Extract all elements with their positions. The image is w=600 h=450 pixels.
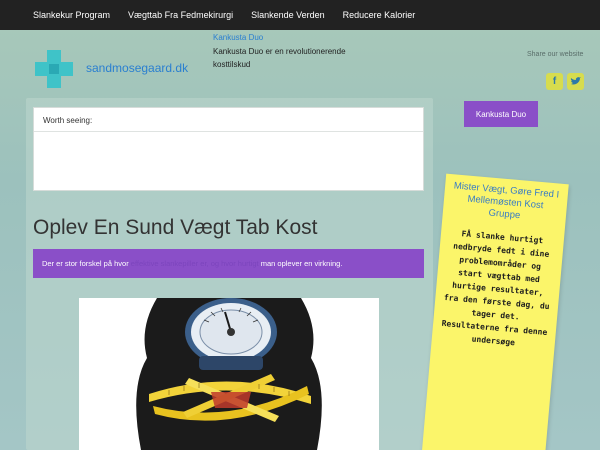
intro-text-mid: er, og hvor hurtigt [198, 259, 259, 268]
nav-item-slankekur-program[interactable]: Slankekur Program [33, 10, 110, 20]
facebook-icon[interactable]: f [546, 73, 563, 90]
top-navigation: Slankekur Program Vægttab Fra Fedmekirur… [0, 0, 600, 30]
worth-seeing-heading: Worth seeing: [34, 108, 423, 132]
worth-seeing-link[interactable]: Kankusta Duo [213, 33, 263, 42]
weight-scale-image [79, 298, 379, 450]
nav-item-vaegttab-fra-fedmekirurgi[interactable]: Vægttab Fra Fedmekirurgi [128, 10, 233, 20]
nav-item-reducere-kalorier[interactable]: Reducere Kalorier [343, 10, 416, 20]
sticky-note: Mister Vægt, Gøre Fred I Mellemøsten Kos… [421, 173, 569, 450]
share-label: Share our website [527, 51, 584, 58]
page-title: Oplev En Sund Vægt Tab Kost [33, 216, 318, 239]
intro-link[interactable]: effektive slankepiller [131, 259, 198, 268]
twitter-icon[interactable] [567, 73, 584, 90]
kankusta-duo-button[interactable]: Kankusta Duo [464, 101, 538, 127]
site-name[interactable]: sandmosegaard.dk [86, 61, 188, 75]
worth-seeing-box: Worth seeing: [33, 107, 424, 191]
worth-seeing-description: Kankusta Duo er en revolutionerende kost… [213, 47, 346, 69]
intro-text-end: man oplever en virkning. [258, 259, 343, 268]
sticky-note-title[interactable]: Mister Vægt, Gøre Fred I Mellemøsten Kos… [451, 180, 561, 225]
sticky-note-body: FÅ slanke hurtigt nedbryde fedt i dine p… [441, 229, 550, 348]
intro-banner: Der er stor forskel på hvor effektive sl… [33, 249, 424, 278]
medical-cross-icon[interactable] [33, 48, 75, 90]
nav-item-slankende-verden[interactable]: Slankende Verden [251, 10, 325, 20]
intro-text-start: Der er stor forskel på hvor [42, 259, 131, 268]
